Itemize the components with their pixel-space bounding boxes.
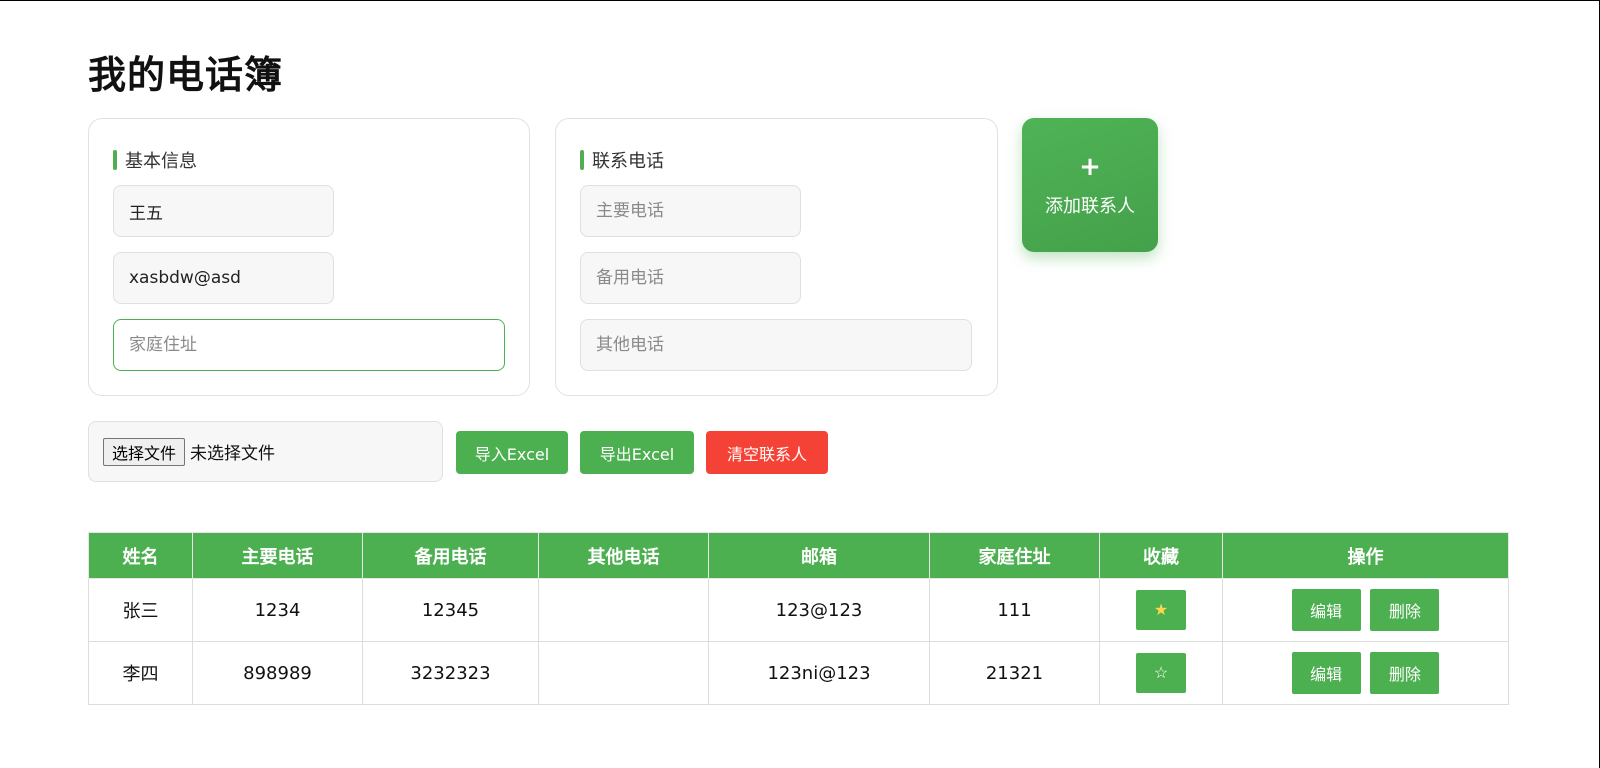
cell-other-phone	[538, 578, 709, 642]
contacts-table: 姓名 主要电话 备用电话 其他电话 邮箱 家庭住址 收藏 操作 张三 1234 …	[88, 532, 1509, 705]
edit-button[interactable]: 编辑	[1291, 589, 1361, 631]
add-contact-button[interactable]: + 添加联系人	[1022, 118, 1158, 252]
delete-button[interactable]: 删除	[1370, 589, 1440, 631]
email-input[interactable]	[113, 252, 334, 304]
file-input-box: 选择文件 未选择文件	[88, 421, 443, 482]
choose-file-button[interactable]: 选择文件	[103, 437, 186, 466]
heading-accent-bar	[580, 150, 584, 170]
table-row: 张三 1234 12345 123@123 111 ★ 编辑 删除	[88, 578, 1509, 642]
cell-email: 123ni@123	[708, 641, 930, 705]
address-input[interactable]	[113, 319, 505, 371]
cell-favorite: ☆	[1099, 641, 1223, 705]
cell-other-phone	[538, 641, 709, 705]
cell-email: 123@123	[708, 578, 930, 642]
add-contact-label: 添加联系人	[1045, 196, 1135, 217]
favorite-star-outline-icon[interactable]: ☆	[1136, 653, 1186, 693]
cell-address: 21321	[929, 641, 1100, 705]
favorite-star-icon[interactable]: ★	[1136, 590, 1186, 630]
cell-backup-phone: 12345	[362, 578, 539, 642]
header-address: 家庭住址	[929, 532, 1100, 579]
header-backup-phone: 备用电话	[362, 532, 539, 579]
delete-button[interactable]: 删除	[1370, 652, 1440, 694]
basic-info-heading: 基本信息	[113, 147, 197, 173]
header-favorite: 收藏	[1099, 532, 1223, 579]
import-excel-button[interactable]: 导入Excel	[456, 431, 568, 474]
cell-primary-phone: 1234	[192, 578, 363, 642]
edit-button[interactable]: 编辑	[1291, 652, 1361, 694]
plus-icon: +	[1079, 152, 1101, 182]
primary-phone-input[interactable]	[580, 185, 801, 237]
cell-actions: 编辑 删除	[1222, 641, 1509, 705]
file-status-text: 未选择文件	[190, 444, 276, 464]
cell-favorite: ★	[1099, 578, 1223, 642]
cell-primary-phone: 898989	[192, 641, 363, 705]
export-excel-button[interactable]: 导出Excel	[580, 431, 694, 474]
phone-card: 联系电话	[555, 118, 998, 396]
table-header-row: 姓名 主要电话 备用电话 其他电话 邮箱 家庭住址 收藏 操作	[88, 532, 1509, 579]
cell-backup-phone: 3232323	[362, 641, 539, 705]
header-actions: 操作	[1222, 532, 1509, 579]
header-primary-phone: 主要电话	[192, 532, 363, 579]
table-row: 李四 898989 3232323 123ni@123 21321 ☆ 编辑 删…	[88, 641, 1509, 705]
cell-actions: 编辑 删除	[1222, 578, 1509, 642]
phone-heading: 联系电话	[580, 147, 664, 173]
backup-phone-input[interactable]	[580, 252, 801, 304]
clear-contacts-button[interactable]: 清空联系人	[706, 431, 828, 474]
cell-name: 张三	[88, 578, 193, 642]
header-other-phone: 其他电话	[538, 532, 709, 579]
heading-accent-bar	[113, 150, 117, 170]
phone-heading-label: 联系电话	[592, 151, 664, 172]
name-input[interactable]	[113, 185, 334, 237]
page-title: 我的电话簿	[88, 53, 284, 97]
cell-name: 李四	[88, 641, 193, 705]
basic-info-card: 基本信息	[88, 118, 530, 396]
cell-address: 111	[929, 578, 1100, 642]
basic-info-heading-label: 基本信息	[125, 151, 197, 172]
header-name: 姓名	[88, 532, 193, 579]
header-email: 邮箱	[708, 532, 930, 579]
other-phone-input[interactable]	[580, 319, 972, 371]
